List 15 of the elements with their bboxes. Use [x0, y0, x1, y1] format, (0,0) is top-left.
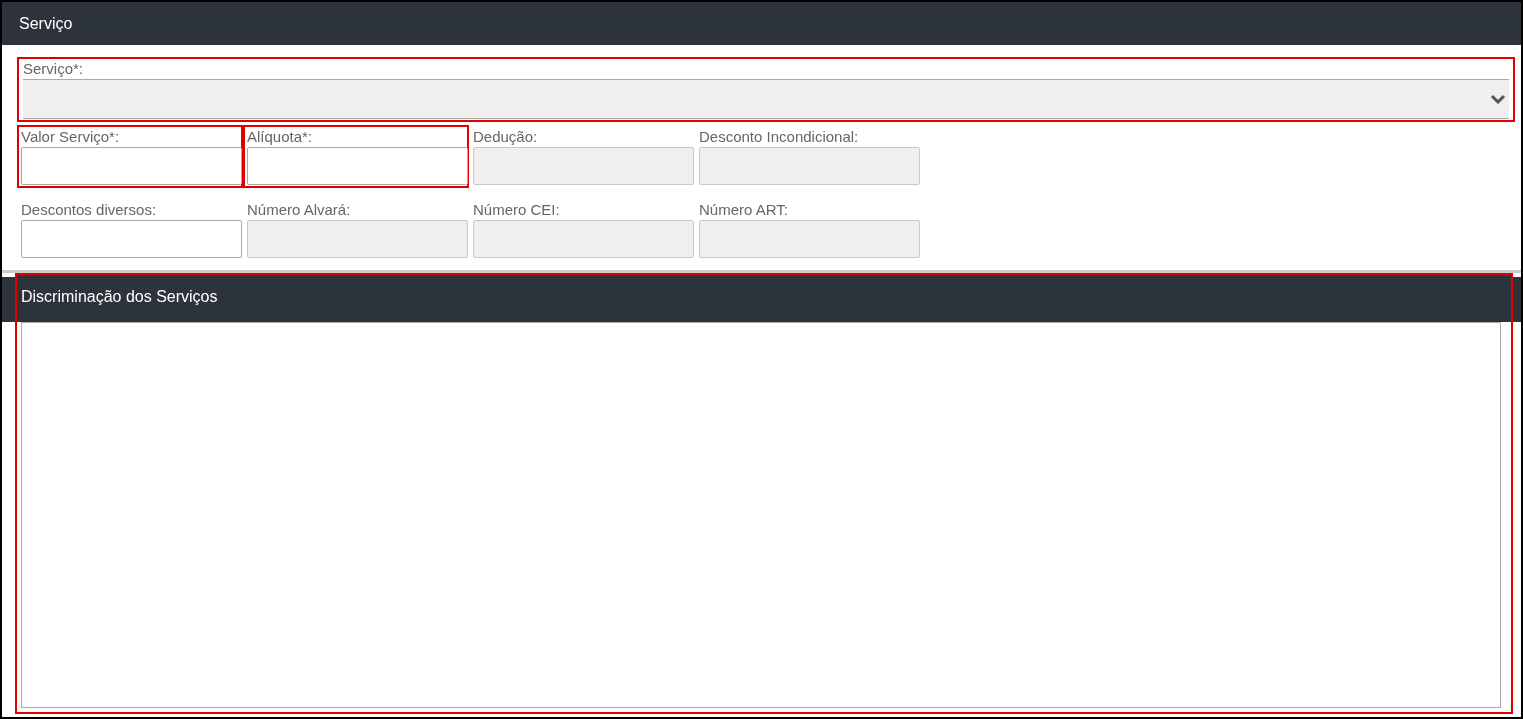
chevron-down-icon — [1490, 94, 1506, 104]
input-field[interactable] — [247, 147, 468, 185]
section-title: Discriminação dos Serviços — [21, 286, 218, 307]
field-label: Valor Serviço*: — [21, 127, 121, 147]
field-label: Serviço*: — [23, 59, 85, 79]
input-field[interactable] — [21, 220, 242, 258]
panel-title: Serviço — [19, 13, 73, 34]
field-label: Número ART: — [699, 200, 789, 220]
field-label: Dedução: — [473, 127, 539, 147]
field-label: Descontos diversos: — [21, 200, 158, 220]
input-field[interactable] — [21, 147, 242, 185]
field-label: Alíquota*: — [247, 127, 314, 147]
field-label: Desconto Incondicional: — [699, 127, 860, 147]
field-label: Número Alvará: — [247, 200, 352, 220]
field-label: Número CEI: — [473, 200, 561, 220]
